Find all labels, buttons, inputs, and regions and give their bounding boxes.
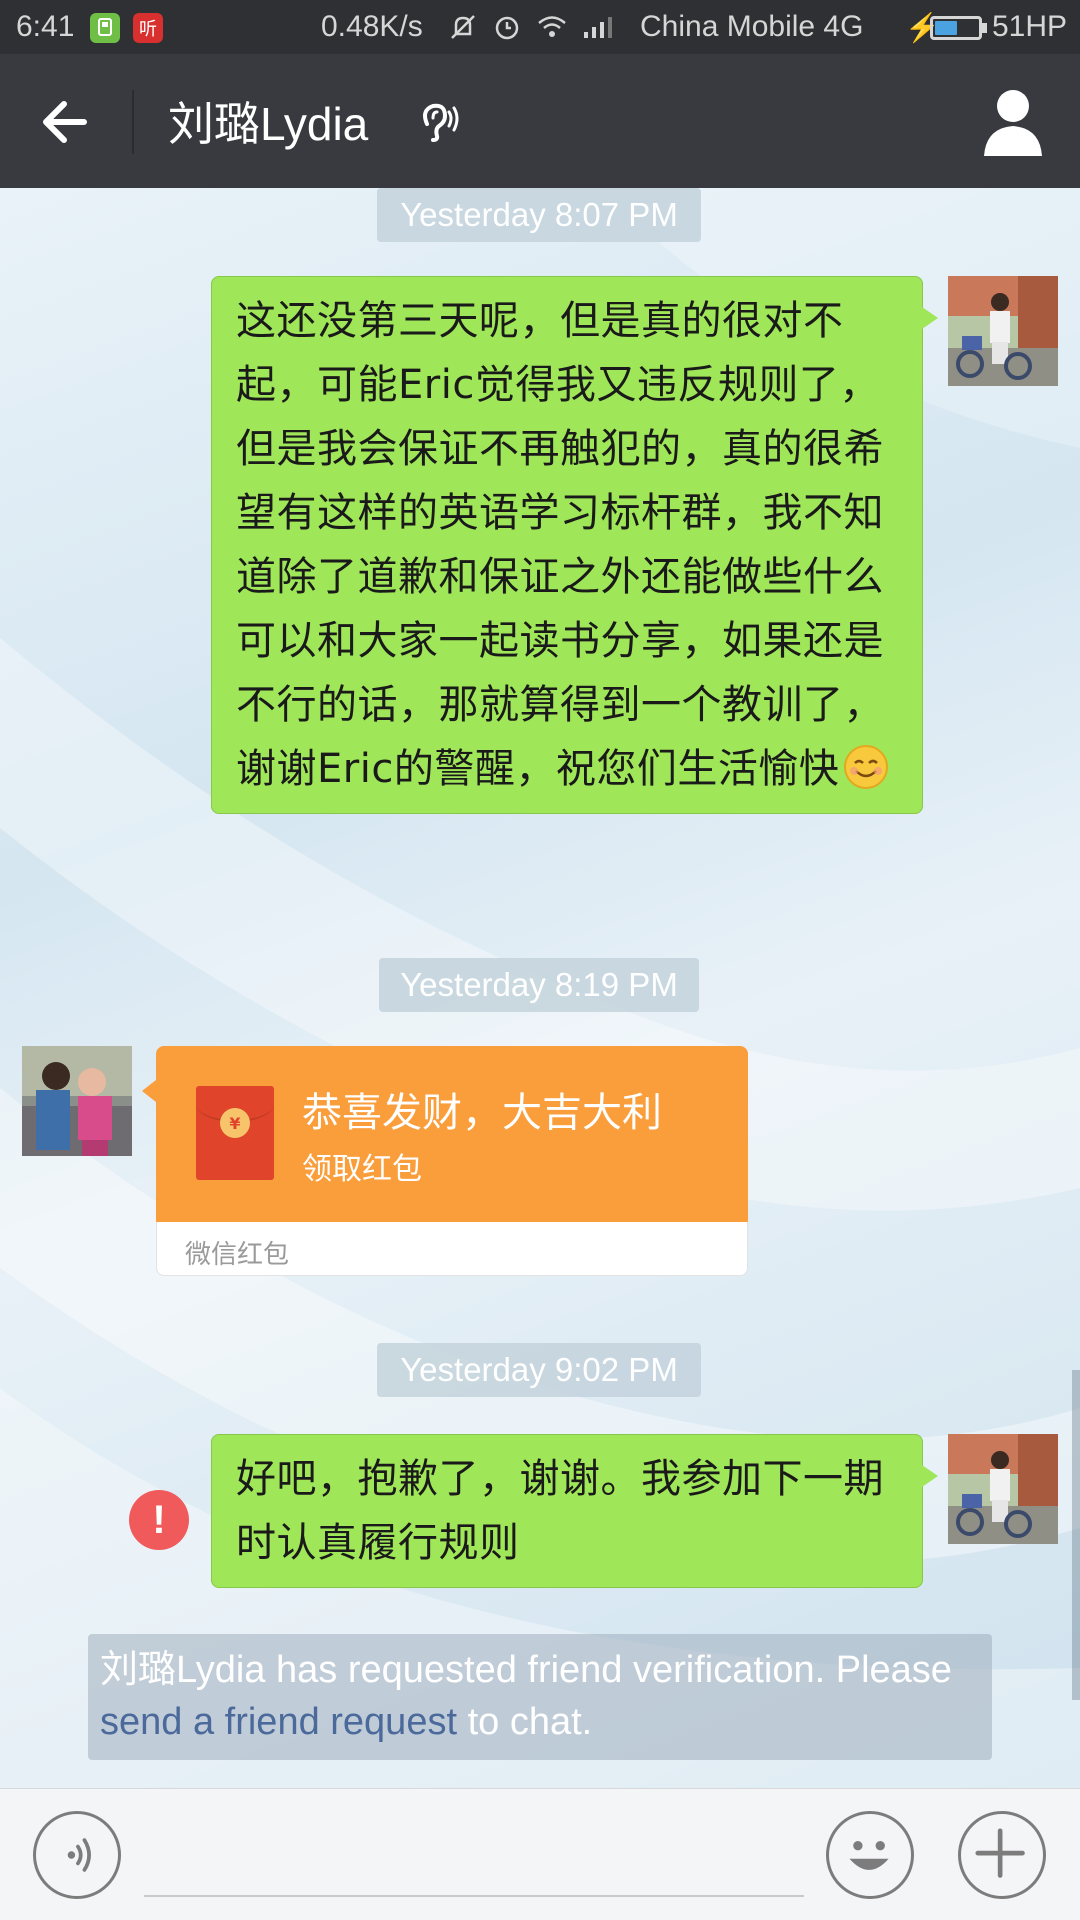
red-packet-action: 领取红包: [302, 1152, 422, 1187]
mute-icon: [451, 15, 475, 39]
listen-app-icon: 听: [133, 13, 163, 43]
header-divider: [132, 90, 134, 154]
chat-message-list[interactable]: Yesterday 8:07 PM 这还没第三天呢，但是真的很对不起，可能Eri…: [0, 188, 1080, 1788]
chat-header: 刘璐Lydia: [0, 54, 1080, 188]
outgoing-message-bubble[interactable]: 好吧，抱歉了，谢谢。我参加下一期时认真履行规则: [211, 1434, 938, 1588]
emoji-button[interactable]: [826, 1811, 914, 1899]
carrier-text: China Mobile 4G: [640, 10, 864, 43]
voice-icon: [67, 1838, 91, 1872]
contact-avatar[interactable]: [22, 1046, 132, 1156]
alarm-icon: [495, 16, 519, 40]
chat-info-button[interactable]: [980, 86, 1046, 158]
plus-icon: [975, 1828, 1025, 1878]
status-time: 6:41: [16, 10, 75, 43]
status-icons: [448, 0, 618, 54]
message-text: 好吧，抱歉了，谢谢。我参加下一期时认真履行规则: [236, 1456, 884, 1566]
chat-title: 刘璐Lydia: [168, 98, 369, 150]
my-avatar[interactable]: [948, 1434, 1058, 1544]
scrollbar[interactable]: [1072, 1370, 1080, 1700]
phone-app-icon: [90, 13, 120, 43]
message-text: 这还没第三天呢，但是真的很对不起，可能Eric觉得我又违反规则了，但是我会保证不…: [236, 298, 884, 792]
arrow-left-icon: [43, 101, 87, 143]
network-speed: 0.48K/s: [321, 10, 423, 43]
red-packet-label: 微信红包: [185, 1240, 290, 1270]
my-avatar[interactable]: [948, 276, 1058, 386]
status-bar: 6:41 听 0.48K/s China Mobile 4G ⚡ 51HP: [0, 0, 1080, 54]
message-timestamp: Yesterday 8:07 PM: [377, 188, 701, 242]
ear-icon: [413, 98, 461, 146]
red-packet-message[interactable]: ¥ 恭喜发财，大吉大利 领取红包 微信红包: [142, 1046, 748, 1276]
emoji-icon: [849, 1841, 889, 1870]
red-packet-footer: 微信红包: [156, 1222, 748, 1276]
more-actions-button[interactable]: [958, 1811, 1046, 1899]
red-packet-body: ¥ 恭喜发财，大吉大利 领取红包: [142, 1046, 748, 1222]
notice-text-prefix: 刘璐Lydia has requested friend verificatio…: [100, 1649, 952, 1691]
red-packet-greeting: 恭喜发财，大吉大利: [302, 1090, 662, 1136]
signal-icon: [584, 17, 612, 38]
back-button[interactable]: [34, 90, 98, 154]
send-friend-request-link[interactable]: send a friend request: [100, 1701, 457, 1743]
notice-text-suffix: to chat.: [457, 1701, 593, 1743]
battery-icon: [930, 16, 987, 40]
voice-input-button[interactable]: [33, 1811, 121, 1899]
red-envelope-icon: ¥: [196, 1086, 274, 1180]
friend-verification-notice: 刘璐Lydia has requested friend verificatio…: [88, 1634, 992, 1760]
message-input-bar: [0, 1788, 1080, 1920]
message-text-input[interactable]: [144, 1809, 804, 1897]
message-timestamp: Yesterday 9:02 PM: [377, 1343, 701, 1397]
wifi-icon: [538, 16, 566, 37]
smiling-face-emoji: [843, 744, 889, 790]
send-failed-icon[interactable]: !: [129, 1490, 189, 1550]
person-icon: [984, 90, 1042, 156]
message-timestamp: Yesterday 8:19 PM: [379, 958, 699, 1012]
battery-text: 51HP: [992, 10, 1068, 43]
outgoing-message-bubble[interactable]: 这还没第三天呢，但是真的很对不起，可能Eric觉得我又违反规则了，但是我会保证不…: [211, 276, 938, 814]
